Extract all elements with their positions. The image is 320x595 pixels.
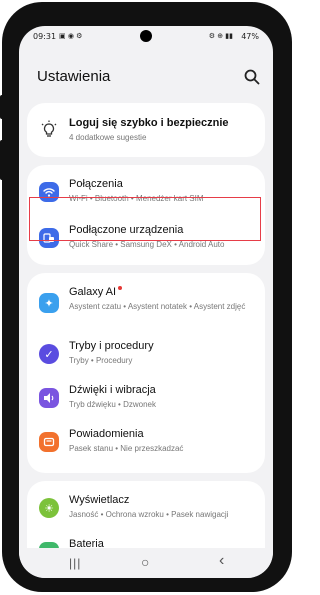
back-button[interactable]: ‹ [219, 552, 224, 570]
camera-notch [140, 30, 152, 42]
bell-icon [39, 432, 59, 452]
recents-button[interactable]: ||| [69, 556, 81, 570]
item-subtitle: Pasek stanu • Nie przeszkadzać [69, 444, 184, 453]
suggestion-card[interactable]: Loguj się szybko i bezpiecznie 4 dodatko… [27, 103, 265, 157]
item-subtitle: Tryby • Procedury [69, 356, 133, 365]
item-label: Dźwięki i wibracja [69, 384, 156, 396]
status-bar: 09:31 ▣ ◉ ⚙ ⚙ ⊕ ▮▮ 47% [19, 26, 273, 48]
navigation-bar: ||| ○ ‹ [19, 548, 273, 578]
item-subtitle: Tryb dźwięku • Dzwonek [69, 400, 156, 409]
lightbulb-icon [41, 120, 57, 137]
home-button[interactable]: ○ [141, 554, 149, 570]
search-icon[interactable] [243, 68, 261, 86]
item-subtitle: Jasność • Ochrona wzroku • Pasek nawigac… [69, 510, 229, 519]
status-time: 09:31 [33, 32, 57, 41]
highlight-box [29, 197, 261, 241]
settings-item-modes[interactable]: ✓ Tryby i procedury Tryby • Procedury [27, 333, 265, 377]
item-label: Tryby i procedury [69, 340, 154, 352]
settings-item-sounds[interactable]: Dźwięki i wibracja Tryb dźwięku • Dzwone… [27, 377, 265, 421]
item-label: Galaxy AI [69, 286, 117, 298]
notification-dot [118, 286, 122, 290]
volume-button [0, 95, 5, 119]
item-label: Wyświetlacz [69, 494, 130, 506]
suggestion-title: Loguj się szybko i bezpiecznie [69, 117, 229, 129]
check-icon: ✓ [39, 344, 59, 364]
item-subtitle: Asystent czatu • Asystent notatek • Asys… [69, 302, 246, 311]
status-icons-left: ▣ ◉ ⚙ [59, 32, 83, 40]
settings-item-galaxy-ai[interactable]: ✦ Galaxy AI Asystent czatu • Asystent no… [27, 279, 265, 331]
sun-icon: ☀ [39, 498, 59, 518]
speaker-icon [39, 388, 59, 408]
settings-item-display[interactable]: ☀ Wyświetlacz Jasność • Ochrona wzroku •… [27, 487, 265, 531]
screen: 09:31 ▣ ◉ ⚙ ⚙ ⊕ ▮▮ 47% Ustawienia Loguj … [19, 26, 273, 578]
settings-item-notifications[interactable]: Powiadomienia Pasek stanu • Nie przeszka… [27, 421, 265, 465]
status-icons-right: ⚙ ⊕ ▮▮ [208, 32, 233, 40]
battery-level: 47% [241, 32, 259, 41]
page-title: Ustawienia [37, 68, 111, 85]
features-card: ✦ Galaxy AI Asystent czatu • Asystent no… [27, 273, 265, 473]
side-button [0, 140, 5, 180]
item-label: Powiadomienia [69, 428, 144, 440]
item-label: Połączenia [69, 178, 123, 190]
sparkle-icon: ✦ [39, 293, 59, 313]
suggestion-subtitle: 4 dodatkowe sugestie [69, 133, 147, 142]
